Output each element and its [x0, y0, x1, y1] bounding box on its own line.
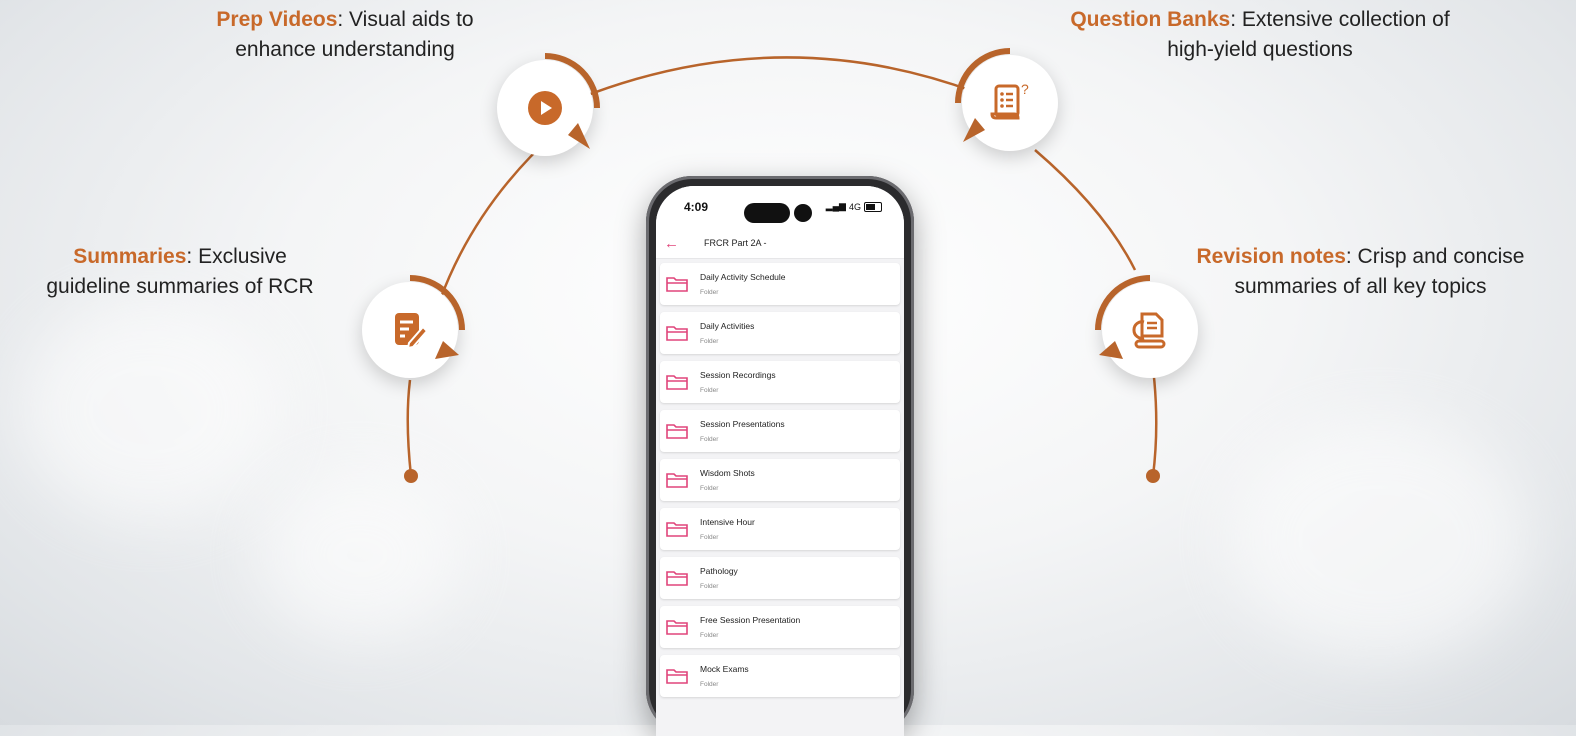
list-item[interactable]: Daily Activities Folder — [660, 312, 900, 354]
folder-icon — [666, 571, 688, 586]
folder-name: Intensive Hour — [700, 517, 755, 527]
list-item[interactable]: Intensive Hour Folder — [660, 508, 900, 550]
folder-type: Folder — [700, 534, 719, 541]
folder-name: Free Session Presentation — [700, 615, 801, 625]
folder-name: Mock Exams — [700, 664, 749, 674]
folder-icon — [666, 473, 688, 488]
folder-name: Session Recordings — [700, 370, 776, 380]
network-label: 4G — [848, 201, 861, 212]
app-header: ← FRCR Part 2A - — [656, 228, 904, 259]
prep-videos-text: Prep Videos: Visual aids to enhance unde… — [216, 8, 474, 61]
folder-type: Folder — [700, 681, 719, 688]
folder-type: Folder — [700, 583, 719, 590]
folder-icon — [666, 620, 688, 635]
phone-screen: 4:09 ▂▄▆ 4G ← FRCR Part 2A - Daily Activ… — [656, 186, 904, 736]
revision-notes-badge — [1095, 275, 1198, 378]
folder-icon — [666, 669, 688, 684]
folder-type: Folder — [700, 485, 719, 492]
folder-type: Folder — [700, 387, 719, 394]
summaries-text: Summaries: Exclusive guideline summaries… — [46, 245, 314, 298]
folder-name: Daily Activity Schedule — [700, 272, 786, 282]
question-banks-badge: ? — [955, 48, 1058, 151]
folder-list: Daily Activity Schedule Folder Daily Act… — [656, 259, 904, 708]
back-arrow-icon[interactable]: ← — [664, 235, 690, 252]
folder-icon — [666, 522, 688, 537]
folder-name: Pathology — [700, 566, 738, 576]
folder-icon — [666, 424, 688, 439]
list-item[interactable]: Wisdom Shots Folder — [660, 459, 900, 501]
folder-type: Folder — [700, 338, 719, 345]
list-item[interactable]: Daily Activity Schedule Folder — [660, 263, 900, 305]
folder-icon — [666, 277, 688, 292]
summaries-badge — [362, 275, 465, 378]
folder-icon — [666, 375, 688, 390]
folder-type: Folder — [700, 436, 719, 443]
revision-notes-text: Revision notes: Crisp and concise summar… — [1196, 245, 1525, 298]
folder-name: Wisdom Shots — [700, 468, 755, 478]
dynamic-island — [744, 203, 790, 223]
list-item[interactable]: Mock Exams Folder — [660, 655, 900, 697]
header-title: FRCR Part 2A - — [704, 238, 767, 248]
stem-dot — [1146, 469, 1160, 483]
camera-icon — [794, 204, 812, 222]
question-banks-text: Question Banks: Extensive collection of … — [1070, 8, 1450, 61]
list-item[interactable]: Session Presentations Folder — [660, 410, 900, 452]
phone-mockup: 4:09 ▂▄▆ 4G ← FRCR Part 2A - Daily Activ… — [646, 176, 914, 736]
folder-type: Folder — [700, 632, 719, 639]
folder-type: Folder — [700, 289, 719, 296]
list-item[interactable]: Free Session Presentation Folder — [660, 606, 900, 648]
prep-videos-badge — [497, 53, 600, 156]
folder-name: Daily Activities — [700, 321, 755, 331]
folder-icon — [666, 326, 688, 341]
status-bar: 4:09 ▂▄▆ 4G — [656, 186, 904, 228]
stem-dot — [404, 469, 418, 483]
folder-name: Session Presentations — [700, 419, 785, 429]
status-indicators: ▂▄▆ 4G — [826, 201, 882, 212]
list-item[interactable]: Pathology Folder — [660, 557, 900, 599]
signal-icon: ▂▄▆ — [825, 201, 846, 211]
list-item[interactable]: Session Recordings Folder — [660, 361, 900, 403]
status-time: 4:09 — [684, 200, 709, 214]
battery-icon — [864, 201, 882, 212]
